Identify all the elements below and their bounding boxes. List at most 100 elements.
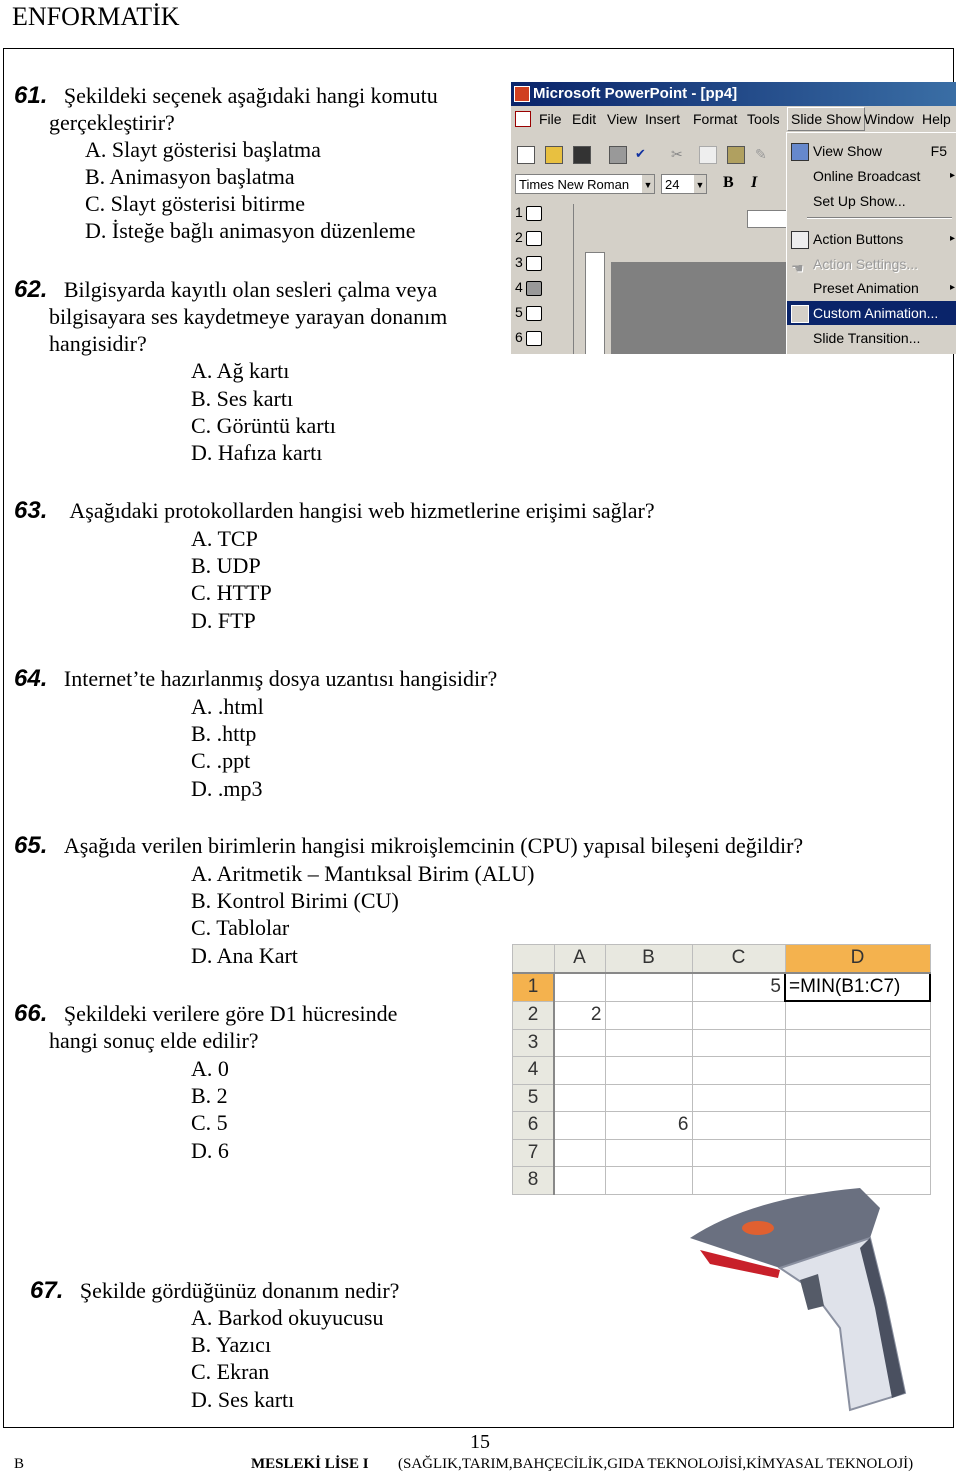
option-c[interactable]: C. Görüntü kartı xyxy=(191,412,336,439)
slide-thumb[interactable]: 1 xyxy=(511,204,551,229)
option-a[interactable]: A. Ağ kartı xyxy=(191,357,289,384)
cell[interactable] xyxy=(784,1083,931,1112)
question-text: Aşağıda verilen birimlerin hangisi mikro… xyxy=(63,833,804,858)
slide-thumb[interactable]: 2 xyxy=(511,229,551,254)
cell[interactable] xyxy=(784,1000,931,1030)
option-b[interactable]: B. 2 xyxy=(191,1082,228,1109)
copy-icon[interactable] xyxy=(699,146,717,164)
menu-item-action-buttons[interactable]: Action Buttons ▸ xyxy=(787,227,956,251)
cell[interactable] xyxy=(553,1028,606,1057)
table-row: 22 xyxy=(512,1000,931,1030)
option-a[interactable]: A. .html xyxy=(191,693,264,720)
open-icon[interactable] xyxy=(545,146,563,164)
option-b[interactable]: B. Yazıcı xyxy=(191,1331,271,1358)
format-painter-icon[interactable]: ✎ xyxy=(755,146,771,162)
menu-view[interactable]: View xyxy=(607,106,637,132)
option-d[interactable]: D. Ana Kart xyxy=(191,942,298,969)
cell[interactable] xyxy=(604,1028,693,1057)
bold-icon[interactable]: B xyxy=(723,174,734,192)
cell[interactable] xyxy=(604,972,693,1002)
menu-slide-show[interactable]: Slide Show xyxy=(787,107,866,131)
option-b[interactable]: B. Ses kartı xyxy=(191,385,293,412)
slide-thumb[interactable]: 4 xyxy=(511,279,551,304)
action-button-icon xyxy=(791,231,809,249)
option-c[interactable]: C. Ekran xyxy=(191,1358,269,1385)
question-62: 62. Bilgisyarda kayıtlı olan sesleri çal… xyxy=(14,276,437,303)
cell[interactable] xyxy=(784,1138,931,1167)
option-c[interactable]: C. .ppt xyxy=(191,747,250,774)
cell[interactable] xyxy=(553,1111,606,1140)
question-text: Şekildeki verilere göre D1 hücresinde xyxy=(63,1001,398,1026)
option-d[interactable]: D. Hafıza kartı xyxy=(191,439,322,466)
font-size-select[interactable]: 24 ▼ xyxy=(661,174,707,194)
cell[interactable]: 2 xyxy=(553,1000,606,1030)
option-c[interactable]: C. 5 xyxy=(191,1109,228,1136)
option-c[interactable]: C. Tablolar xyxy=(191,914,289,941)
menu-help[interactable]: Help xyxy=(922,106,951,132)
menu-item-set-up-show[interactable]: Set Up Show... xyxy=(787,189,956,213)
cell[interactable] xyxy=(553,1083,606,1112)
menu-item-slide-transition[interactable]: Slide Transition... xyxy=(787,326,956,350)
menu-item-view-show[interactable]: View Show F5 xyxy=(787,139,956,163)
cell[interactable] xyxy=(553,972,606,1002)
option-d[interactable]: D. Ses kartı xyxy=(191,1386,294,1413)
option-b[interactable]: B. Animasyon başlatma xyxy=(85,163,295,190)
menu-insert[interactable]: Insert xyxy=(645,106,680,132)
option-a[interactable]: A. Aritmetik – Mantıksal Birim (ALU) xyxy=(191,860,534,887)
menu-format[interactable]: Format xyxy=(693,106,737,132)
option-d[interactable]: D. 6 xyxy=(191,1137,229,1164)
cell[interactable] xyxy=(553,1056,606,1085)
option-d[interactable]: D. FTP xyxy=(191,607,256,634)
option-a[interactable]: A. Barkod okuyucusu xyxy=(191,1304,383,1331)
menu-item-preset-animation[interactable]: Preset Animation ▸ xyxy=(787,276,956,300)
option-a[interactable]: A. Slayt gösterisi başlatma xyxy=(85,136,321,163)
cell[interactable] xyxy=(691,1083,786,1112)
scrollbar[interactable] xyxy=(561,204,574,354)
cell[interactable] xyxy=(604,1056,693,1085)
menu-item-online-broadcast[interactable]: Online Broadcast ▸ xyxy=(787,164,956,188)
menu-edit[interactable]: Edit xyxy=(572,106,596,132)
print-icon[interactable] xyxy=(609,146,627,164)
question-text: Şekilde gördüğünüz donanım nedir? xyxy=(79,1278,400,1303)
active-cell[interactable]: =MIN(B1:C7) xyxy=(784,971,931,1002)
option-d[interactable]: D. İsteğe bağlı animasyon düzenleme xyxy=(85,217,416,244)
cell[interactable]: 5 xyxy=(691,972,786,1002)
cell[interactable] xyxy=(784,1056,931,1085)
option-d[interactable]: D. .mp3 xyxy=(191,775,263,802)
menu-item-custom-animation[interactable]: Custom Animation... xyxy=(787,301,956,325)
option-b[interactable]: B. Kontrol Birimi (CU) xyxy=(191,887,399,914)
cell[interactable] xyxy=(691,1000,786,1030)
option-c[interactable]: C. HTTP xyxy=(191,579,272,606)
italic-icon[interactable]: I xyxy=(751,174,757,192)
cell[interactable] xyxy=(691,1028,786,1057)
slide-thumb[interactable]: 5 xyxy=(511,304,551,329)
option-b[interactable]: B. UDP xyxy=(191,552,261,579)
cell[interactable] xyxy=(691,1056,786,1085)
cell[interactable]: 6 xyxy=(604,1111,693,1140)
save-icon[interactable] xyxy=(573,146,591,164)
option-c[interactable]: C. Slayt gösterisi bitirme xyxy=(85,190,305,217)
slide-thumb[interactable]: 6 xyxy=(511,329,551,354)
menu-file[interactable]: File xyxy=(539,106,562,132)
cell[interactable] xyxy=(553,1166,606,1195)
cell[interactable] xyxy=(691,1138,786,1167)
slide-thumb[interactable]: 3 xyxy=(511,254,551,279)
option-a[interactable]: A. TCP xyxy=(191,525,258,552)
cell[interactable] xyxy=(784,1028,931,1057)
option-a[interactable]: A. 0 xyxy=(191,1055,229,1082)
cell[interactable] xyxy=(691,1111,786,1140)
font-name-select[interactable]: Times New Roman ▼ xyxy=(515,174,655,194)
paste-icon[interactable] xyxy=(727,146,745,164)
cell[interactable] xyxy=(784,1111,931,1140)
cell[interactable] xyxy=(604,1083,693,1112)
cell[interactable] xyxy=(604,1000,693,1030)
row-header: 5 xyxy=(512,1083,555,1112)
menu-tools[interactable]: Tools xyxy=(747,106,780,132)
option-b[interactable]: B. .http xyxy=(191,720,256,747)
cut-icon[interactable]: ✂ xyxy=(671,146,687,162)
cell[interactable] xyxy=(604,1138,693,1167)
menu-window[interactable]: Window xyxy=(864,106,914,132)
new-icon[interactable] xyxy=(517,146,535,164)
spellcheck-icon[interactable]: ✔ xyxy=(635,146,651,162)
cell[interactable] xyxy=(553,1138,606,1167)
